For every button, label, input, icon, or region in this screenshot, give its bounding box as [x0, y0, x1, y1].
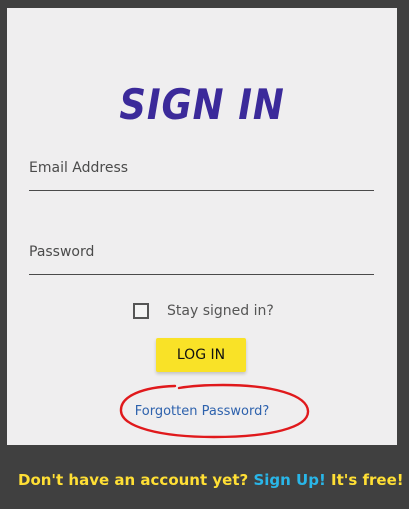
signup-prompt-text: Don't have an account yet? — [18, 471, 249, 489]
stay-signed-in-row[interactable]: Stay signed in? — [133, 301, 274, 321]
email-field[interactable]: Email Address — [29, 160, 378, 192]
stay-signed-in-checkbox[interactable] — [133, 303, 149, 319]
login-button[interactable]: LOG IN — [156, 338, 246, 372]
stay-signed-in-label[interactable]: Stay signed in? — [167, 303, 274, 319]
red-annotation-circle — [119, 383, 310, 439]
signup-prompt: Don't have an account yet? Sign Up! It's… — [18, 471, 404, 489]
signup-link[interactable]: Sign Up! — [253, 471, 325, 489]
signup-free-text: It's free! — [331, 471, 404, 489]
password-field[interactable]: Password — [29, 244, 378, 276]
email-input[interactable] — [29, 160, 378, 192]
page-title: SIGN IN — [119, 80, 285, 129]
password-input[interactable] — [29, 244, 378, 276]
